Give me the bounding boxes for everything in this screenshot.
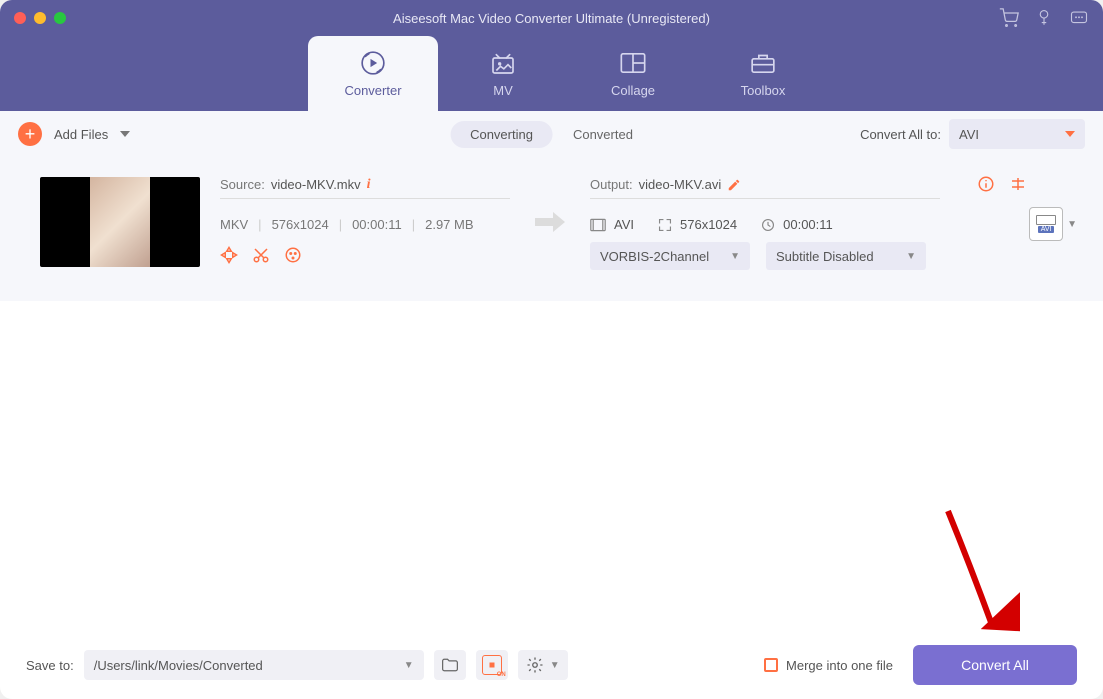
open-folder-button[interactable] <box>434 650 466 680</box>
arrow-right-icon <box>530 177 570 267</box>
audio-track-select[interactable]: VORBIS-2Channel ▼ <box>590 242 750 270</box>
subbar: + Add Files Converting Converted Convert… <box>0 111 1103 157</box>
annotation-arrow <box>930 505 1020 655</box>
output-format: AVI <box>614 217 634 232</box>
output-settings-icon[interactable] <box>1009 175 1027 193</box>
close-window-button[interactable] <box>14 12 26 24</box>
merge-label: Merge into one file <box>786 658 893 673</box>
film-icon <box>590 218 606 232</box>
output-format-picker[interactable]: AVI ▼ <box>1029 207 1077 241</box>
key-icon[interactable] <box>1035 9 1053 27</box>
tab-label: Converter <box>344 83 401 98</box>
chevron-down-icon: ▼ <box>906 251 916 262</box>
tab-label: Collage <box>611 83 655 98</box>
tab-label: MV <box>493 83 513 98</box>
source-size: 2.97 MB <box>425 217 473 232</box>
chevron-down-icon: ▼ <box>1067 219 1077 230</box>
maximize-window-button[interactable] <box>54 12 66 24</box>
tab-collage[interactable]: Collage <box>568 36 698 111</box>
output-resolution: 576x1024 <box>680 217 737 232</box>
tab-toolbox[interactable]: Toolbox <box>698 36 828 111</box>
chevron-down-icon: ▼ <box>550 660 560 671</box>
collage-icon <box>618 49 648 77</box>
checkbox-icon <box>764 658 778 672</box>
compress-icon[interactable] <box>220 246 238 264</box>
output-label: Output: <box>590 177 633 192</box>
chevron-down-icon: ▼ <box>730 251 740 262</box>
convert-all-to-label: Convert All to: <box>860 127 941 142</box>
clock-icon <box>761 218 775 232</box>
chevron-down-icon <box>1065 131 1075 137</box>
convert-all-button[interactable]: Convert All <box>913 645 1077 685</box>
file-row: Source: video-MKV.mkv i MKV| 576x1024| 0… <box>0 157 1103 301</box>
source-label: Source: <box>220 177 265 192</box>
toolbox-icon <box>748 49 778 77</box>
source-format: MKV <box>220 217 248 232</box>
resolution-icon <box>658 218 672 232</box>
subtitle-value: Subtitle Disabled <box>776 249 874 264</box>
source-resolution: 576x1024 <box>272 217 329 232</box>
output-filename: video-MKV.avi <box>639 177 722 192</box>
converter-icon <box>358 49 388 77</box>
convert-all-format-value: AVI <box>959 127 979 142</box>
video-thumbnail[interactable] <box>40 177 200 267</box>
feedback-icon[interactable] <box>1069 9 1089 27</box>
output-duration: 00:00:11 <box>783 217 833 232</box>
convert-all-button-label: Convert All <box>961 657 1029 673</box>
save-path-value: /Users/link/Movies/Converted <box>94 658 263 673</box>
tab-label: Toolbox <box>741 83 786 98</box>
gpu-accel-button[interactable]: ON <box>476 650 508 680</box>
edit-effects-icon[interactable] <box>284 246 302 264</box>
subtitle-select[interactable]: Subtitle Disabled ▼ <box>766 242 926 270</box>
add-files-label: Add Files <box>54 127 108 142</box>
cart-icon[interactable] <box>999 8 1019 28</box>
mv-icon <box>488 49 518 77</box>
format-badge-label: AVI <box>1038 226 1055 233</box>
tab-mv[interactable]: MV <box>438 36 568 111</box>
save-to-label: Save to: <box>26 658 74 673</box>
footer: Save to: /Users/link/Movies/Converted ▼ … <box>10 645 1093 685</box>
settings-button[interactable]: ▼ <box>518 650 568 680</box>
rename-icon[interactable] <box>727 178 741 192</box>
minimize-window-button[interactable] <box>34 12 46 24</box>
top-nav: Converter MV Collage Toolbox <box>0 36 1103 111</box>
segment-converted[interactable]: Converted <box>553 121 653 148</box>
add-files-dropdown[interactable] <box>120 131 130 137</box>
save-path-select[interactable]: /Users/link/Movies/Converted ▼ <box>84 650 424 680</box>
convert-all-format-select[interactable]: AVI <box>949 119 1085 149</box>
add-files-button[interactable]: + <box>18 122 42 146</box>
tab-converter[interactable]: Converter <box>308 36 438 111</box>
source-duration: 00:00:11 <box>352 217 402 232</box>
source-filename: video-MKV.mkv <box>271 177 361 192</box>
window-title: Aiseesoft Mac Video Converter Ultimate (… <box>393 11 710 26</box>
titlebar: Aiseesoft Mac Video Converter Ultimate (… <box>0 0 1103 36</box>
merge-checkbox[interactable]: Merge into one file <box>764 658 893 673</box>
segment-converting[interactable]: Converting <box>450 121 553 148</box>
audio-track-value: VORBIS-2Channel <box>600 249 709 264</box>
info-icon[interactable]: i <box>367 177 371 193</box>
output-info-icon[interactable] <box>977 175 995 193</box>
cut-icon[interactable] <box>252 246 270 264</box>
chevron-down-icon: ▼ <box>404 660 414 671</box>
